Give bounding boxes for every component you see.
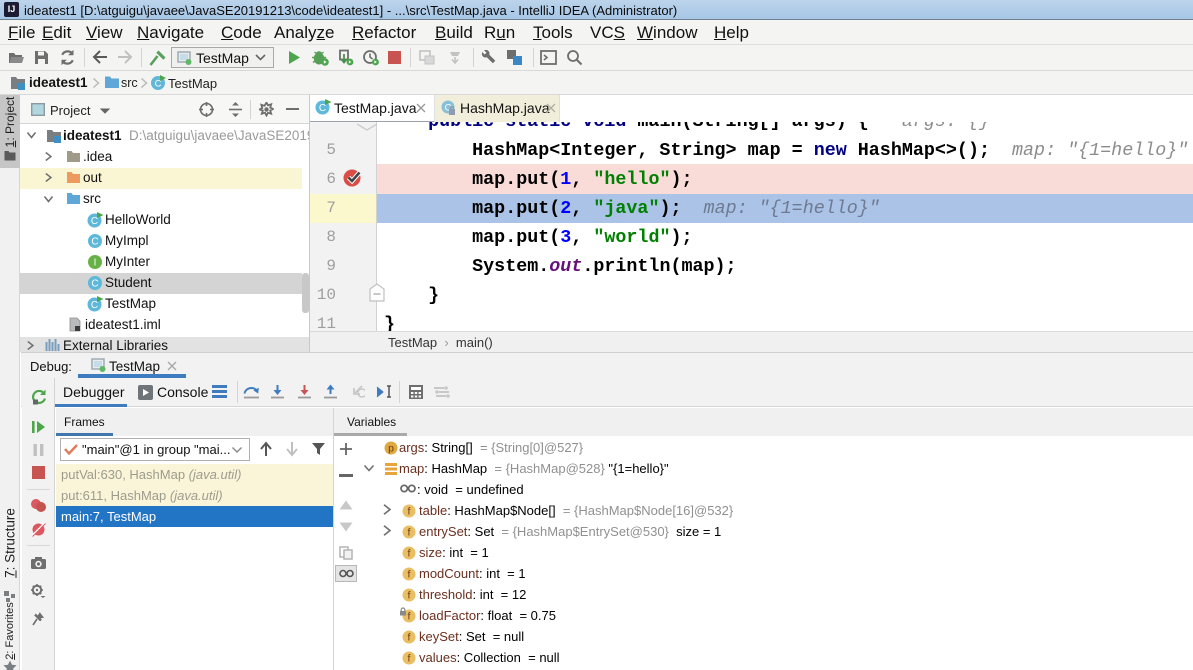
svg-text:f: f: [408, 548, 411, 560]
svg-text:f: f: [408, 527, 411, 539]
svg-text:f: f: [408, 569, 411, 581]
svg-text:f: f: [408, 611, 411, 623]
svg-text:f: f: [408, 506, 411, 518]
svg-text:p: p: [388, 443, 394, 455]
svg-text:I: I: [94, 258, 97, 269]
svg-text:C: C: [91, 237, 98, 248]
svg-text:C: C: [91, 279, 98, 290]
svg-text:f: f: [408, 590, 411, 602]
svg-text:f: f: [408, 653, 411, 665]
svg-text:f: f: [408, 632, 411, 644]
